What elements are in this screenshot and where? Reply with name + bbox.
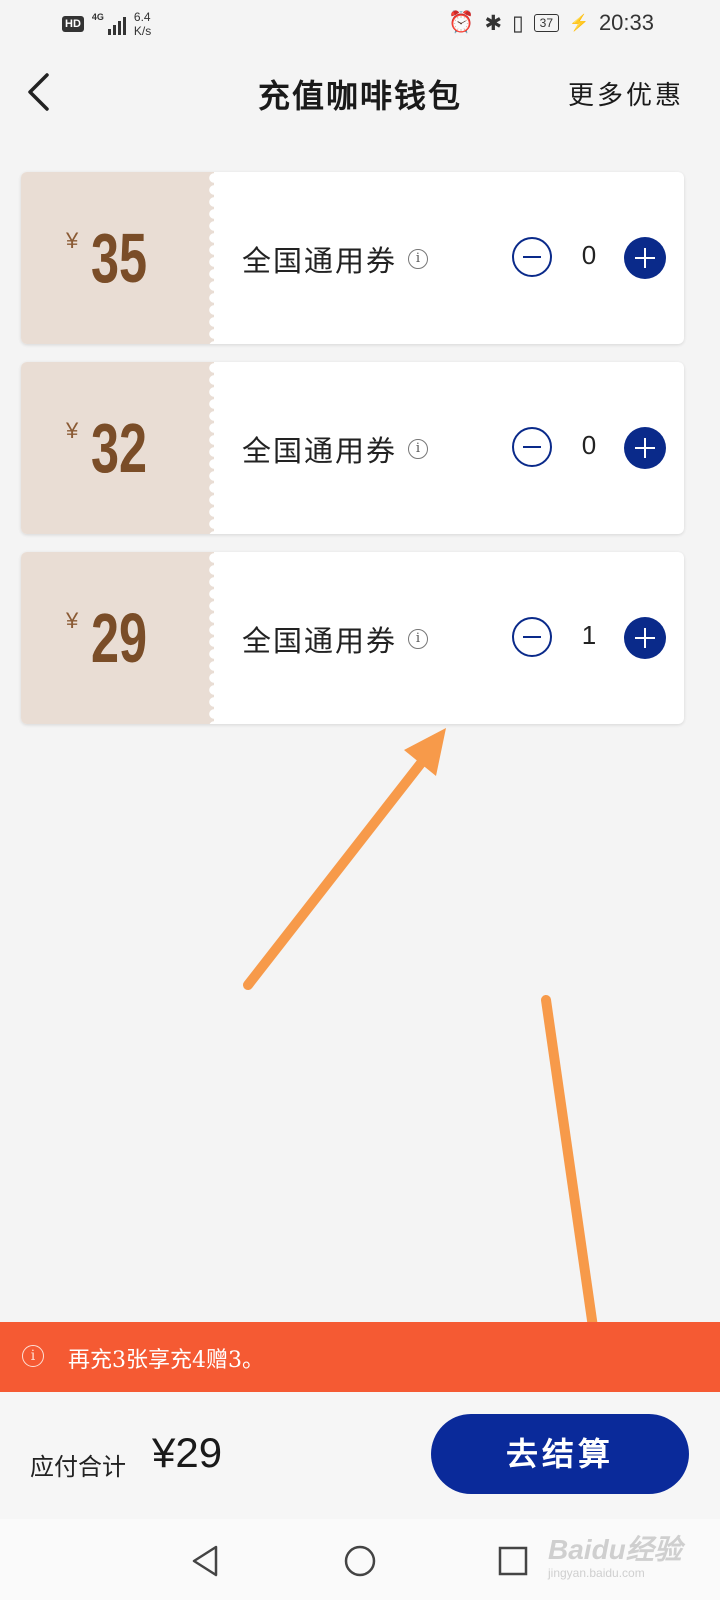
checkout-bar: 应付合计 ¥29 去结算: [0, 1392, 720, 1519]
speed-value: 6.4: [133, 10, 151, 24]
promo-banner: i 再充3张享充4赠3。: [0, 1322, 720, 1392]
perforated-edge: [207, 552, 221, 724]
info-icon[interactable]: i: [408, 629, 428, 649]
info-icon[interactable]: i: [408, 439, 428, 459]
promo-text: 再充3张享充4赠3。: [68, 1348, 264, 1373]
charging-icon: ⚡: [569, 15, 589, 32]
decrement-button[interactable]: [512, 237, 552, 277]
coupon-name: 全国通用券: [242, 244, 398, 278]
perforated-edge: [207, 172, 221, 344]
coupon-price: 35: [91, 219, 148, 297]
nav-home-icon[interactable]: [340, 1541, 380, 1581]
speed-unit: K/s: [133, 24, 152, 38]
increment-button[interactable]: [624, 427, 666, 469]
checkout-button[interactable]: 去结算: [431, 1414, 689, 1494]
currency-symbol: ¥: [66, 228, 79, 253]
decrement-button[interactable]: [512, 427, 552, 467]
increment-button[interactable]: [624, 617, 666, 659]
more-offers-link[interactable]: 更多优惠: [568, 75, 684, 112]
watermark-url: jingyan.baidu.com: [548, 1566, 645, 1580]
decrement-button[interactable]: [512, 617, 552, 657]
status-right: ⏰ ✱ ▯ 37 ⚡ 20:33: [448, 10, 654, 36]
quantity-value: 0: [581, 240, 597, 270]
clock: 20:33: [598, 10, 654, 35]
total-amount: ¥29: [152, 1429, 223, 1476]
nav-header: 充值咖啡钱包 更多优惠: [0, 55, 720, 130]
vibrate-icon: ▯: [512, 11, 524, 35]
currency-symbol: ¥: [66, 608, 79, 633]
coupon-card: ¥ 35 全国通用券 i 0: [21, 172, 684, 344]
nav-recent-apps-icon[interactable]: [493, 1541, 533, 1581]
alarm-icon: ⏰: [448, 11, 475, 34]
watermark: Baidu经验 jingyan.baidu.com: [548, 1528, 682, 1580]
watermark-logo: Baidu经验: [548, 1534, 682, 1565]
status-left: HD 4G 6.4 K/s: [62, 10, 151, 38]
coupon-name: 全国通用券: [242, 624, 398, 658]
quantity-value: 0: [581, 430, 597, 460]
coupon-card: ¥ 29 全国通用券 i 1: [21, 552, 684, 724]
coupon-card: ¥ 32 全国通用券 i 0: [21, 362, 684, 534]
quantity-value: 1: [581, 620, 597, 650]
coupon-price: 32: [91, 409, 148, 487]
annotation-arrow-up-icon: [243, 728, 446, 990]
hd-icon: HD: [62, 16, 84, 32]
nav-back-icon[interactable]: [186, 1541, 226, 1581]
coupon-stub: ¥ 32: [21, 362, 221, 534]
increment-button[interactable]: [624, 237, 666, 279]
status-bar: HD 4G 6.4 K/s ⏰ ✱ ▯ 37 ⚡ 20:33: [0, 0, 720, 50]
battery-level: 37: [533, 14, 560, 32]
coupon-name: 全国通用券: [242, 434, 398, 468]
currency-symbol: ¥: [66, 418, 79, 443]
total-label: 应付合计: [30, 1453, 126, 1481]
signal-icon: 4G: [92, 13, 126, 35]
coupon-price: 29: [91, 599, 148, 677]
coupon-stub: ¥ 35: [21, 172, 221, 344]
coupon-stub: ¥ 29: [21, 552, 221, 724]
bluetooth-icon: ✱: [484, 11, 503, 35]
network-type: 4G: [91, 12, 104, 22]
info-icon: i: [22, 1345, 44, 1367]
perforated-edge: [207, 362, 221, 534]
info-icon[interactable]: i: [408, 249, 428, 269]
network-speed: 6.4 K/s: [134, 10, 151, 38]
